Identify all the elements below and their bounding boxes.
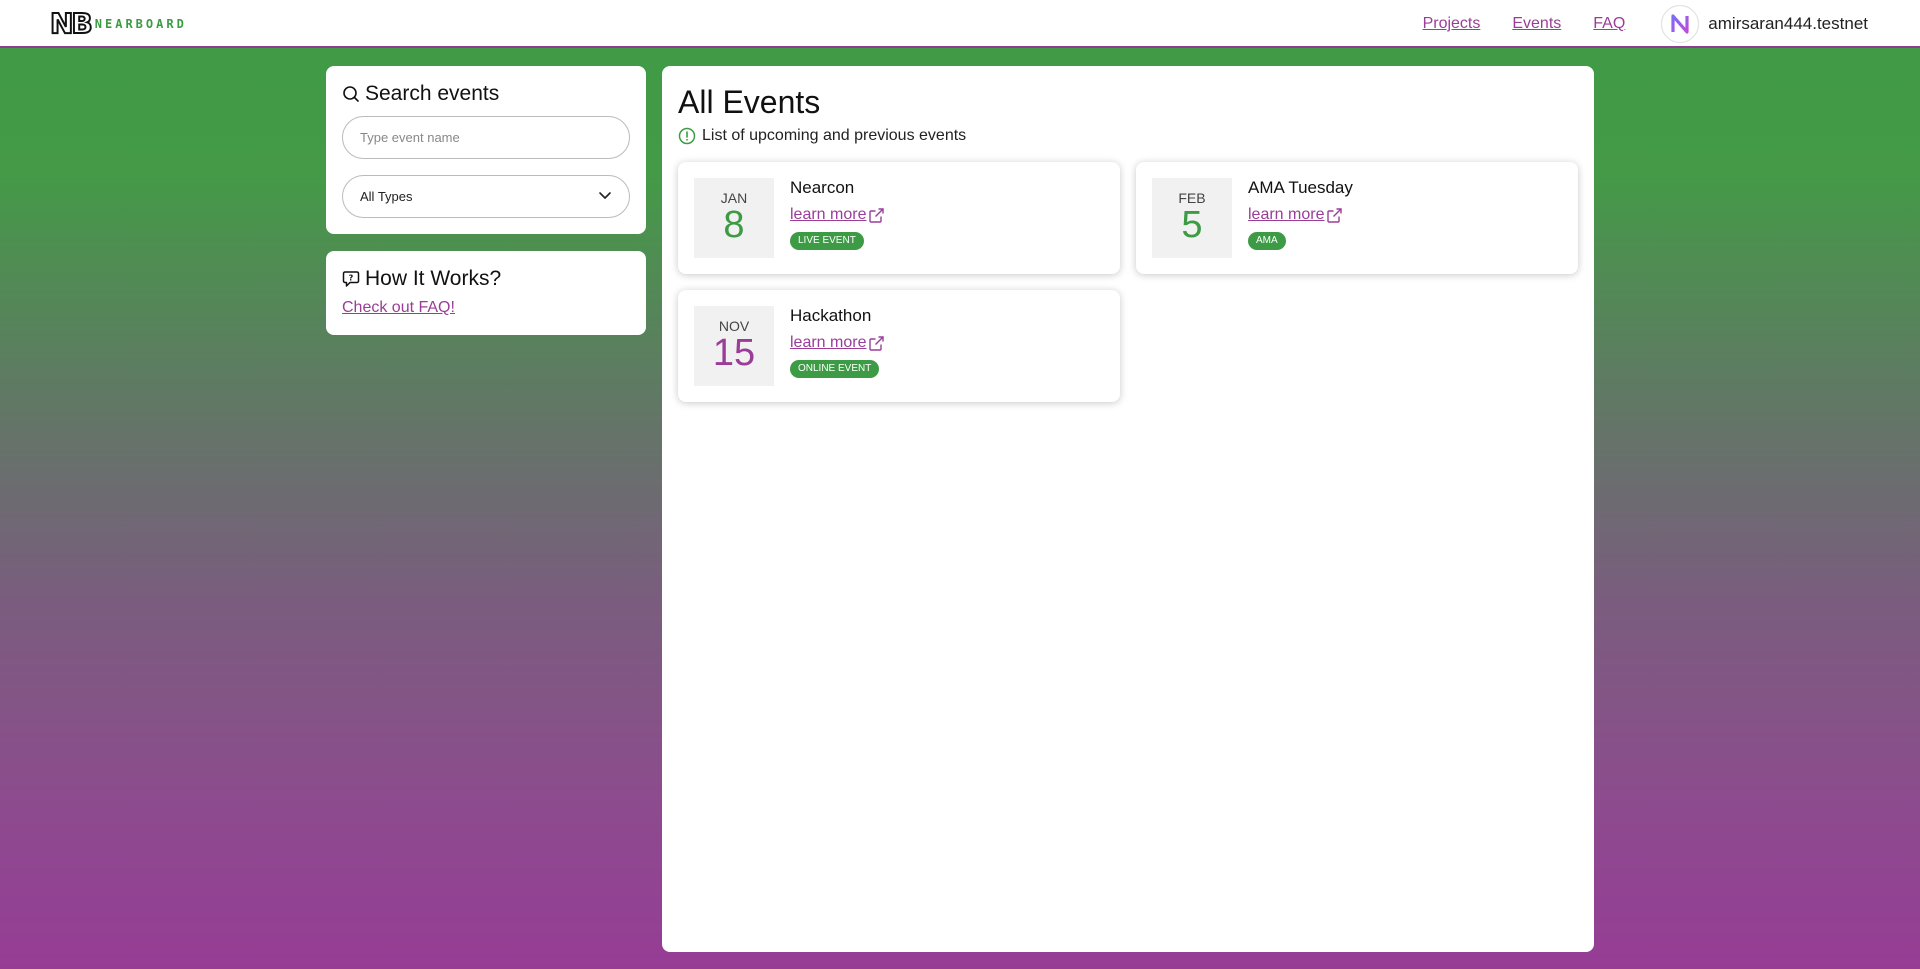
how-it-works-title-text: How It Works? (365, 267, 502, 290)
page-subtitle: List of upcoming and previous events (678, 127, 1578, 145)
subtitle-text: List of upcoming and previous events (702, 127, 967, 144)
event-name: Nearcon (790, 178, 855, 197)
info-circle-icon (678, 127, 696, 145)
event-date: NOV 15 (694, 306, 774, 386)
event-date: FEB 5 (1152, 178, 1232, 258)
learn-more-link[interactable]: learn more (1248, 206, 1353, 224)
learn-more-link[interactable]: learn more (790, 334, 885, 352)
nearboard-logo[interactable]: NB NEARBOARD (49, 7, 187, 40)
search-icon (342, 85, 360, 103)
chat-bubble-icon: ? (342, 270, 360, 288)
user-name: amirsaran444.testnet (1708, 14, 1868, 33)
how-it-works-panel: ? How It Works? Check out FAQ! (326, 251, 646, 335)
near-logo-icon (1661, 5, 1700, 43)
learn-more-text: learn more (790, 334, 867, 351)
event-type-selected: All Types (360, 189, 413, 204)
external-link-icon (868, 207, 885, 224)
event-type-badge: AMA (1248, 232, 1286, 250)
external-link-icon (868, 335, 885, 352)
event-info: Nearcon learn more LIVE EVENT (790, 178, 885, 250)
logo-text: NEARBOARD (94, 17, 187, 31)
event-date: JAN 8 (694, 178, 774, 258)
event-name: Hackathon (790, 306, 872, 325)
event-day: 8 (723, 204, 745, 246)
user-account[interactable]: amirsaran444.testnet (1661, 5, 1868, 43)
chevron-down-icon (598, 188, 612, 205)
events-main-panel: All Events List of upcoming and previous… (662, 66, 1594, 952)
event-info: AMA Tuesday learn more AMA (1248, 178, 1353, 250)
faq-link[interactable]: Check out FAQ! (342, 299, 455, 317)
page-title: All Events (678, 84, 821, 120)
event-type-badge: ONLINE EVENT (790, 360, 880, 378)
event-card: NOV 15 Hackathon learn more ONLINE EVENT (678, 290, 1120, 402)
top-nav: Projects Events FAQ amirsaran444.testnet (1423, 0, 1920, 48)
nav-projects-link[interactable]: Projects (1423, 15, 1481, 33)
event-name-search-input[interactable] (342, 116, 630, 159)
event-day: 5 (1181, 204, 1203, 246)
search-events-panel: Search events All Types (326, 66, 646, 234)
nav-events-link[interactable]: Events (1512, 15, 1561, 33)
event-card: JAN 8 Nearcon learn more LIVE EVENT (678, 162, 1120, 274)
event-info: Hackathon learn more ONLINE EVENT (790, 306, 885, 378)
search-panel-title: Search events (342, 82, 630, 106)
nav-faq-link[interactable]: FAQ (1593, 15, 1625, 33)
learn-more-text: learn more (1248, 206, 1325, 223)
how-it-works-title: ? How It Works? (342, 267, 630, 291)
top-header: NB NEARBOARD Projects Events FAQ amirsar… (0, 0, 1920, 48)
event-day: 15 (712, 332, 756, 374)
event-name: AMA Tuesday (1248, 178, 1353, 197)
external-link-icon (1326, 207, 1343, 224)
logo-mark: NB (49, 7, 94, 40)
event-card: FEB 5 AMA Tuesday learn more AMA (1136, 162, 1578, 274)
event-type-badge: LIVE EVENT (790, 232, 864, 250)
learn-more-text: learn more (790, 206, 867, 223)
event-type-select[interactable]: All Types (342, 175, 630, 218)
svg-text:?: ? (349, 274, 354, 283)
search-title-text: Search events (365, 82, 500, 105)
learn-more-link[interactable]: learn more (790, 206, 885, 224)
